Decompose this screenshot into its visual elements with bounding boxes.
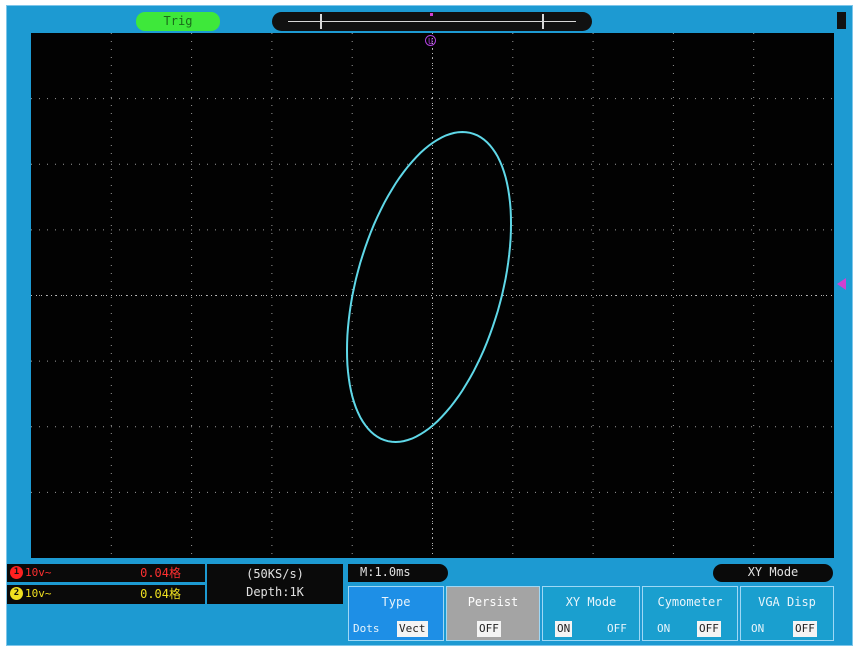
persist-value: OFF: [477, 621, 501, 637]
channel-1-status[interactable]: 1 10v~ 0.04格: [7, 564, 205, 582]
trigger-status-badge: Trig: [136, 12, 220, 31]
cymometer-title: Cymometer: [657, 595, 723, 609]
channel-1-badge: 1: [10, 566, 23, 579]
trigger-position-mark: [430, 13, 433, 16]
channel-1-scale: 0.04格: [140, 566, 181, 580]
persist-title: Persist: [467, 595, 519, 609]
type-button[interactable]: Type Dots Vect: [348, 586, 444, 641]
trigger-marker-icon: U: [425, 35, 436, 46]
memory-bar-line: [288, 21, 576, 22]
menu-title: XY Mode: [713, 564, 833, 582]
xy-mode-option-off[interactable]: OFF: [605, 621, 629, 637]
xy-mode-title: XY Mode: [565, 595, 617, 609]
cymometer-option-off[interactable]: OFF: [697, 621, 721, 637]
type-title: Type: [381, 595, 411, 609]
graticule-grid: [31, 33, 834, 558]
cymometer-option-on[interactable]: ON: [655, 621, 672, 637]
cymometer-button[interactable]: Cymometer ON OFF: [642, 586, 738, 641]
channel-2-scale: 0.04格: [140, 587, 181, 601]
persist-button[interactable]: Persist OFF: [446, 586, 540, 641]
battery-icon: [837, 12, 846, 29]
memory-position-bar: [272, 12, 592, 31]
channel-2-badge: 2: [10, 587, 23, 600]
memory-window-right: [542, 14, 544, 29]
xy-mode-button[interactable]: XY Mode ON OFF: [542, 586, 640, 641]
sample-info: (50KS/s) Depth:1K: [207, 564, 343, 604]
channel-2-coupling: 10v~: [25, 587, 52, 600]
channel-1-coupling: 10v~: [25, 566, 52, 579]
sample-rate: (50KS/s): [246, 567, 304, 581]
vga-disp-title: VGA Disp: [758, 595, 816, 609]
xy-mode-option-on[interactable]: ON: [555, 621, 573, 637]
vga-disp-option-on[interactable]: ON: [749, 621, 766, 637]
waveform-display: [31, 33, 834, 558]
memory-window-left: [320, 14, 322, 29]
timebase-readout: M:1.0ms: [348, 564, 448, 582]
type-option-dots[interactable]: Dots: [351, 621, 382, 637]
type-option-vect[interactable]: Vect: [397, 621, 428, 637]
channel-2-status[interactable]: 2 10v~ 0.04格: [7, 585, 205, 604]
xy-trace: [345, 130, 513, 444]
channel-level-marker-icon: [837, 278, 846, 290]
vga-disp-button[interactable]: VGA Disp ON OFF: [740, 586, 834, 641]
memory-depth: Depth:1K: [246, 585, 304, 599]
vga-disp-option-off[interactable]: OFF: [793, 621, 817, 637]
